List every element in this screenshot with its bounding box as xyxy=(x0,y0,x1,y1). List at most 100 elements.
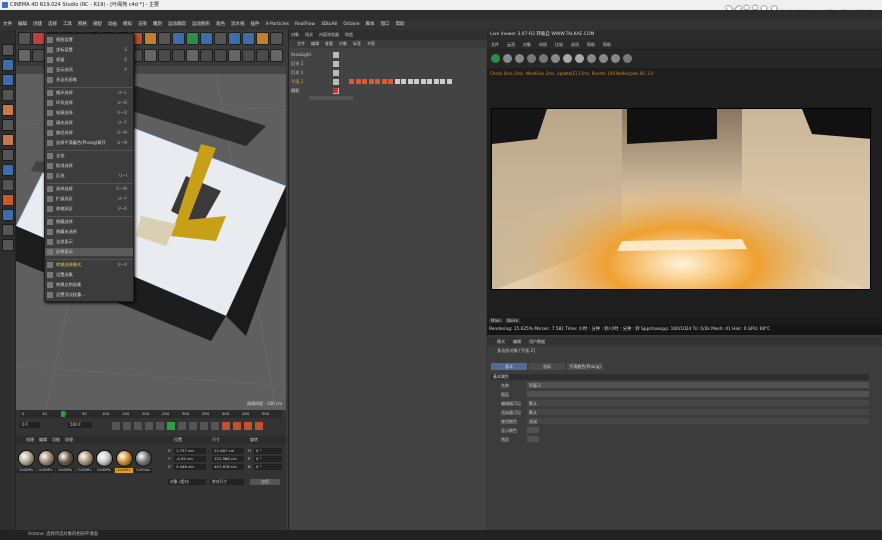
timeline-ruler[interactable]: 0102050100150200250300350400450500 xyxy=(20,410,282,418)
menu-item[interactable]: 雕刻 xyxy=(153,20,162,30)
playback-button-icon[interactable] xyxy=(134,422,142,430)
menu-item[interactable]: 创建 xyxy=(33,20,42,30)
toolbar-icon[interactable] xyxy=(228,32,241,45)
object-manager-tab[interactable]: 构造 xyxy=(345,30,353,40)
tag-icon[interactable] xyxy=(388,79,393,84)
tool-icon[interactable] xyxy=(2,209,14,221)
tag-icon[interactable] xyxy=(446,79,452,84)
playback-button-icon[interactable] xyxy=(211,422,219,430)
tool-icon[interactable] xyxy=(2,89,14,101)
menu-item[interactable]: RealFlow xyxy=(295,20,315,30)
playback-button-icon[interactable] xyxy=(200,422,208,430)
tag-icon[interactable] xyxy=(375,79,380,84)
tag-icon[interactable] xyxy=(401,79,406,84)
size-field[interactable]: 447.878 cm xyxy=(212,464,244,470)
tag-icon[interactable] xyxy=(433,79,439,84)
menu-item[interactable]: 渲染 xyxy=(138,20,147,30)
playback-button-icon[interactable] xyxy=(167,422,175,430)
toolbar-icon[interactable] xyxy=(242,32,255,45)
toolbar-icon[interactable] xyxy=(18,32,31,45)
object-manager-tab[interactable]: 对象 xyxy=(291,30,299,40)
tag-icon[interactable] xyxy=(368,79,374,84)
playback-button-icon[interactable] xyxy=(178,422,186,430)
toolbar-icon[interactable] xyxy=(144,49,157,62)
context-menu-item[interactable]: 设置选集 xyxy=(45,271,133,279)
start-frame-field[interactable]: 0 F xyxy=(20,422,40,428)
live-viewer-tool-icon[interactable] xyxy=(575,54,584,63)
context-menu-item[interactable]: 选择平滑着色(Phong)断开 U~N xyxy=(45,139,133,147)
menu-item[interactable]: 编辑 xyxy=(18,20,27,30)
live-viewer-tool-icon[interactable] xyxy=(611,54,620,63)
playback-button-icon[interactable] xyxy=(233,422,241,430)
toolbar-icon[interactable] xyxy=(200,49,213,62)
tag-icon[interactable] xyxy=(349,79,354,84)
menu-item[interactable]: 帮助 xyxy=(396,20,405,30)
position-field[interactable]: 1.757 cm xyxy=(174,448,206,454)
menu-item[interactable]: 运动跟踪 xyxy=(168,20,186,30)
menu-item[interactable]: 脚本 xyxy=(366,20,375,30)
context-menu-item[interactable]: 转换点到选集 xyxy=(45,281,133,289)
tool-icon[interactable] xyxy=(2,44,14,56)
toolbar-icon[interactable] xyxy=(144,32,157,45)
toolbar-icon[interactable] xyxy=(158,49,171,62)
live-viewer-tool-icon[interactable] xyxy=(563,54,572,63)
tag-icon[interactable] xyxy=(414,79,419,84)
context-menu-item[interactable]: 视窗 E xyxy=(45,56,133,64)
tool-icon[interactable] xyxy=(2,104,14,116)
tag-icon[interactable] xyxy=(427,79,432,84)
object-row[interactable]: 摄影 xyxy=(289,86,487,95)
live-viewer-menu-item[interactable]: 帮助 xyxy=(587,40,595,49)
playback-button-icon[interactable] xyxy=(145,422,153,430)
object-manager-tab[interactable]: 内容浏览器 xyxy=(319,30,339,40)
live-viewer-menu-item[interactable]: 帮助 xyxy=(603,40,611,49)
toolbar-icon[interactable] xyxy=(256,49,269,62)
context-menu-item[interactable]: 轮廓选择 U~Q xyxy=(45,109,133,117)
attribute-value-field[interactable]: 关闭 xyxy=(527,418,869,424)
size-field[interactable]: 122.988 cm xyxy=(212,456,244,462)
live-viewer-tool-icon[interactable] xyxy=(491,54,500,63)
context-menu-item[interactable]: 显示选项 X xyxy=(45,66,133,74)
tag-icon[interactable] xyxy=(440,79,445,84)
object-manager-menu-item[interactable]: 对象 xyxy=(339,40,347,48)
toolbar-icon[interactable] xyxy=(214,49,227,62)
toolbar-icon[interactable] xyxy=(172,49,185,62)
tag-icon[interactable] xyxy=(333,88,338,93)
attribute-menu-item[interactable]: 模式 xyxy=(497,337,505,346)
menu-item[interactable]: 网格 xyxy=(78,20,87,30)
live-viewer-tool-icon[interactable] xyxy=(551,54,560,63)
menu-item[interactable]: 工具 xyxy=(63,20,72,30)
attribute-menu-item[interactable]: 用户数据 xyxy=(529,337,545,346)
position-field[interactable]: -4.05 cm xyxy=(174,456,206,462)
tool-icon[interactable] xyxy=(2,149,14,161)
material-swatch[interactable] xyxy=(18,450,35,467)
apply-button[interactable]: 应用 xyxy=(250,479,280,485)
attribute-tab[interactable]: 坐标 xyxy=(529,363,565,370)
tool-icon[interactable] xyxy=(2,119,14,131)
material-swatch[interactable] xyxy=(57,450,74,467)
attribute-value-field[interactable] xyxy=(527,391,869,397)
end-frame-field[interactable]: 500 F xyxy=(68,422,92,428)
live-viewer-tab[interactable]: Noise xyxy=(505,318,521,323)
context-menu-item[interactable]: 反转显示 xyxy=(45,248,133,256)
attribute-value-field[interactable]: 默认 xyxy=(527,400,869,406)
live-viewer-menu-item[interactable]: 对象 xyxy=(523,40,531,49)
attribute-menu-item[interactable]: 编辑 xyxy=(513,337,521,346)
toolbar-icon[interactable] xyxy=(186,32,199,45)
attribute-value-field[interactable]: 平面.2 xyxy=(527,382,869,388)
live-viewer-tool-icon[interactable] xyxy=(599,54,608,63)
attribute-tab[interactable]: 基本 xyxy=(491,363,527,370)
coordinate-mode-select[interactable]: 对象 (相对) xyxy=(168,479,206,485)
toolbar-icon[interactable] xyxy=(172,32,185,45)
material-swatch[interactable] xyxy=(37,450,55,467)
live-viewer-tool-icon[interactable] xyxy=(623,54,632,63)
live-viewer-tool-icon[interactable] xyxy=(527,54,536,63)
live-viewer-tool-icon[interactable] xyxy=(539,54,548,63)
toolbar-icon[interactable] xyxy=(256,32,269,45)
menu-item[interactable]: 窗口 xyxy=(381,20,390,30)
playback-button-icon[interactable] xyxy=(222,422,230,430)
tag-icon[interactable] xyxy=(355,79,361,84)
object-manager-menu-item[interactable]: 书签 xyxy=(367,40,375,48)
context-menu-item[interactable]: 环状选择 U~B xyxy=(45,99,133,107)
toolbar-icon[interactable] xyxy=(214,32,227,45)
context-menu-item[interactable]: 选择连接 U~W xyxy=(45,185,133,193)
